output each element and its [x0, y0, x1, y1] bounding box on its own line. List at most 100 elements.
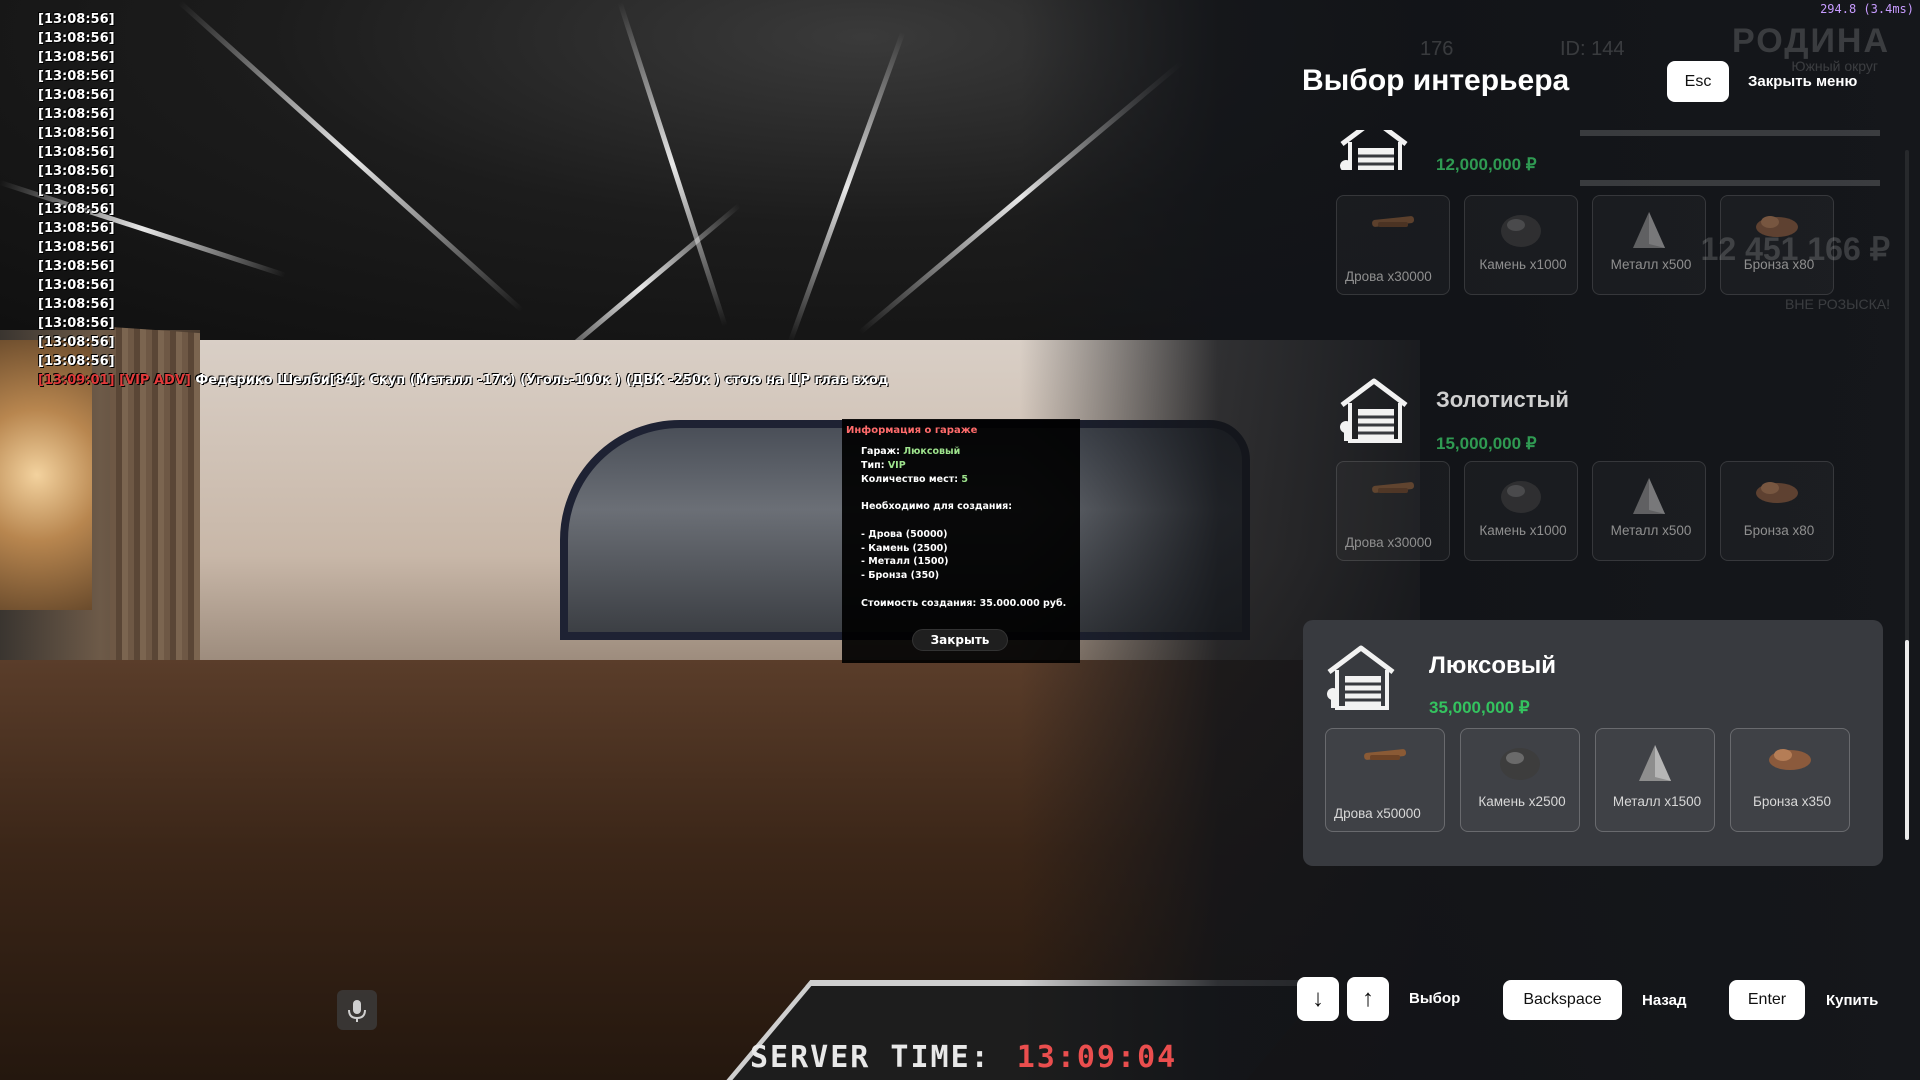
stone-icon: [1498, 476, 1544, 519]
buy-label: Купить: [1826, 992, 1879, 1009]
garage-icon-wrap: [1336, 375, 1412, 447]
firewood-icon: [1360, 743, 1410, 770]
bronze-icon: [1752, 476, 1802, 511]
resource-tile: Дрова x30000: [1336, 195, 1450, 295]
resource-tile: Дрова x50000: [1325, 728, 1445, 832]
resource-tile: Камень x1000: [1464, 461, 1578, 561]
bronze-icon: [1752, 210, 1802, 245]
chat-timestamp: [13:08:56]: [38, 202, 115, 217]
arrow-up-key[interactable]: ↑: [1347, 977, 1389, 1021]
backspace-key[interactable]: Backspace: [1503, 980, 1622, 1020]
resource-tile: Бронза x350: [1730, 728, 1850, 832]
stone-icon: [1497, 743, 1543, 786]
type-label: Тип:: [861, 459, 885, 471]
interior-price: 35,000,000 ₽: [1429, 698, 1530, 717]
resource-tile: Камень x2500: [1460, 728, 1580, 832]
garage-label: Гараж:: [861, 446, 900, 457]
server-time-label: SERVER TIME:: [750, 1040, 991, 1075]
garage-icon: [1340, 130, 1408, 170]
chat-timestamp: [13:08:56]: [38, 12, 115, 27]
chat-timestamp: [13:08:56]: [38, 50, 115, 65]
chat-timestamp: [13:08:56]: [38, 316, 115, 331]
garage-icon: [1327, 645, 1395, 710]
interior-card[interactable]: Люксовый 35,000,000 ₽ Дрова x50000 Камень x…: [1303, 620, 1883, 866]
fps-counter: 294.8 (3.4ms): [1820, 2, 1914, 16]
seats-value: 5: [961, 473, 968, 485]
chat-message: Федерико Шелби[84]: Скуп (Металл -17к) (…: [195, 373, 889, 388]
arrow-down-key[interactable]: ↓: [1297, 977, 1339, 1021]
chat-timestamp: [13:08:56]: [38, 278, 115, 293]
garage-icon-wrap: [1323, 642, 1399, 714]
interior-card[interactable]: 12,000,000 ₽ Дрова x30000 Камень x1000 Мета…: [1336, 130, 1916, 386]
chat-vip-adv-tag: [VIP ADV]: [119, 373, 191, 388]
chat-timestamp: [13:08:56]: [38, 221, 115, 236]
resource-label: Дрова x30000: [1345, 535, 1432, 550]
requirement-metal: - Металл (1500): [861, 556, 949, 568]
chat-timestamp: [13:08:56]: [38, 183, 115, 198]
chat-line-adv: [13:09:01] [VIP ADV] Федерико Шелби[84]:…: [38, 371, 888, 390]
resource-tile: Бронза x80: [1720, 461, 1834, 561]
firewood-icon: [1368, 210, 1418, 237]
requirement-stone: - Камень (2500): [861, 542, 948, 554]
metal-icon: [1631, 210, 1667, 257]
resource-tile: Металл x500: [1592, 195, 1706, 295]
close-menu-label[interactable]: Закрыть меню: [1748, 73, 1857, 90]
resource-label: Камень x2500: [1478, 794, 1566, 809]
chat-log: [13:08:56] [13:08:56] [13:08:56] [13:08:56]…: [38, 10, 888, 390]
chat-timestamp: [13:08:56]: [38, 164, 115, 179]
interior-card[interactable]: Золотистый 15,000,000 ₽ Дрова x30000 Камень…: [1336, 375, 1916, 621]
dialog-close-button[interactable]: Закрыть: [912, 629, 1008, 651]
resource-label: Бронза x80: [1743, 257, 1815, 272]
requirement-wood: - Дрова (50000): [861, 528, 948, 540]
resource-label: Дрова x30000: [1345, 269, 1432, 284]
interior-name: Люксовый: [1429, 652, 1557, 679]
scrollbar-thumb[interactable]: [1905, 640, 1909, 840]
chat-timestamp: [13:08:56]: [38, 297, 115, 312]
chat-timestamp: [13:08:56]: [38, 88, 115, 103]
resource-label: Металл x500: [1610, 257, 1692, 272]
server-time: SERVER TIME: 13:09:04: [750, 1040, 1177, 1075]
interior-name: Золотистый: [1436, 387, 1569, 412]
chat-timestamp: [13:08:56]: [38, 354, 115, 369]
stone-icon: [1498, 210, 1544, 253]
dialog-body: Гараж: Люксовый Тип: VIP Количество мест…: [861, 445, 1066, 611]
chat-timestamp: [13:08:56]: [38, 259, 115, 274]
garage-value: Люксовый: [903, 446, 961, 457]
bronze-icon: [1765, 743, 1815, 778]
resource-label: Камень x1000: [1479, 523, 1567, 538]
seats-label: Количество мест:: [861, 473, 958, 485]
metal-icon: [1631, 476, 1667, 523]
garage-icon: [1340, 378, 1408, 443]
resource-tile: Металл x1500: [1595, 728, 1715, 832]
interior-price: 12,000,000 ₽: [1436, 155, 1537, 174]
enter-key[interactable]: Enter: [1729, 980, 1805, 1020]
voice-chat-button[interactable]: [337, 990, 377, 1030]
resource-label: Металл x500: [1610, 523, 1692, 538]
server-time-value: 13:09:04: [1016, 1040, 1178, 1075]
resource-label: Бронза x80: [1743, 523, 1815, 538]
garage-info-dialog: Информация о гараже Гараж: Люксовый Тип:…: [842, 419, 1080, 663]
resource-tile: Металл x500: [1592, 461, 1706, 561]
metal-icon: [1637, 743, 1673, 790]
resource-tile: Дрова x30000: [1336, 461, 1450, 561]
resource-tile: Камень x1000: [1464, 195, 1578, 295]
interior-price: 15,000,000 ₽: [1436, 434, 1537, 453]
select-label: Выбор: [1409, 990, 1461, 1007]
creation-cost: Стоимость создания: 35.000.000 руб.: [861, 597, 1067, 609]
menu-title: Выбор интерьера: [1302, 64, 1570, 97]
chat-timestamp: [13:08:56]: [38, 31, 115, 46]
microphone-icon: [348, 1000, 366, 1022]
requirement-bronze: - Бронза (350): [861, 570, 940, 582]
chat-lines: [13:08:56] [13:08:56] [13:08:56] [13:08:56]…: [38, 10, 888, 371]
chat-timestamp: [13:08:56]: [38, 145, 115, 160]
dialog-title: Информация о гараже: [846, 425, 978, 436]
esc-key[interactable]: Esc: [1667, 61, 1729, 102]
chat-timestamp: [13:08:56]: [38, 240, 115, 255]
resource-label: Бронза x350: [1752, 794, 1832, 809]
resource-tile: Бронза x80: [1720, 195, 1834, 295]
chat-timestamp: [13:09:01]: [38, 373, 115, 388]
required-label: Необходимо для создания:: [861, 501, 1013, 513]
resource-label: Дрова x50000: [1334, 806, 1421, 821]
chat-timestamp: [13:08:56]: [38, 126, 115, 141]
type-value: VIP: [887, 459, 906, 471]
